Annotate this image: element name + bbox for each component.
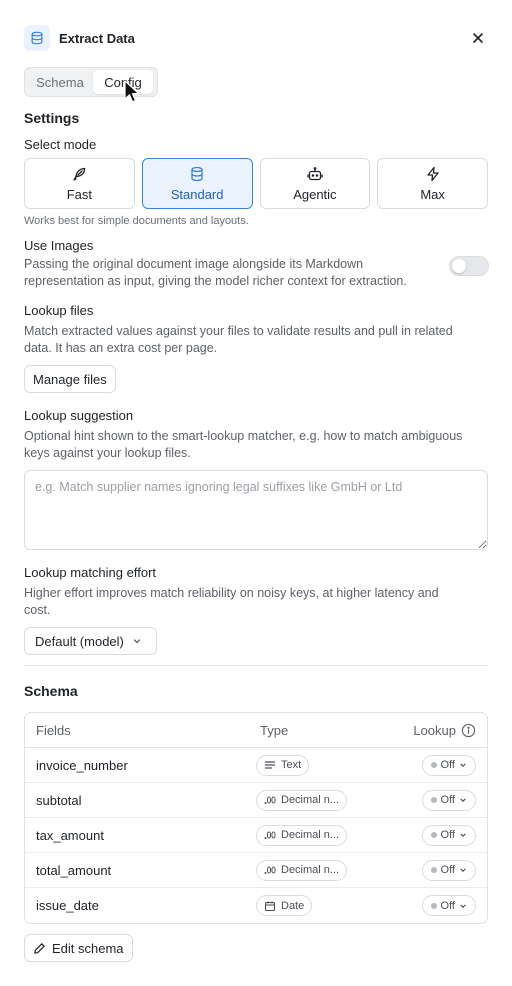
panel-title: Extract Data	[59, 30, 135, 46]
edit-schema-button[interactable]: Edit schema	[24, 934, 133, 962]
use-images-toggle[interactable]	[449, 256, 489, 276]
type-chip[interactable]: Date	[256, 895, 313, 916]
lookup-suggestion-input[interactable]	[24, 470, 488, 550]
column-lookup: Lookup	[408, 723, 487, 738]
table-row[interactable]: subtotal Decimal n... Off	[25, 783, 487, 818]
toggle-knob	[452, 259, 466, 273]
lookup-toggle-pill[interactable]: Off	[421, 824, 476, 846]
use-images-description: Passing the original document image alon…	[24, 257, 407, 288]
schema-title: Schema	[24, 683, 78, 699]
view-tabs: Schema Config	[24, 67, 158, 97]
field-name: issue_date	[36, 898, 99, 913]
chevron-down-icon	[460, 763, 466, 767]
calendar-icon	[264, 901, 276, 911]
manage-files-button[interactable]: Manage files	[24, 365, 116, 393]
table-row[interactable]: total_amount Decimal n... Off	[25, 853, 487, 888]
column-type: Type	[260, 722, 289, 738]
mode-fast-button[interactable]: Fast	[24, 158, 135, 209]
lookup-toggle-pill[interactable]: Off	[421, 895, 476, 916]
table-header: Fields Type Lookup	[25, 713, 487, 748]
lookup-files-description: Match extracted values against your file…	[24, 324, 453, 355]
section-divider	[24, 665, 488, 666]
feather-icon	[73, 167, 86, 181]
chevron-down-icon	[460, 904, 466, 908]
use-images-label: Use Images	[24, 238, 94, 253]
close-icon	[473, 33, 483, 43]
chevron-down-icon	[460, 833, 466, 837]
field-name: invoice_number	[36, 757, 128, 773]
decimal-icon	[264, 866, 276, 874]
chevron-down-icon	[460, 868, 466, 872]
tab-schema[interactable]: Schema	[27, 70, 93, 94]
robot-icon	[307, 166, 323, 180]
schema-table: Fields Type Lookup invoice_number Text O…	[24, 712, 488, 924]
lookup-toggle-pill[interactable]: Off	[421, 789, 476, 811]
select-value: Default (model)	[35, 633, 124, 649]
lookup-effort-label: Lookup matching effort	[24, 565, 157, 580]
field-name: subtotal	[36, 792, 82, 808]
lookup-toggle-pill[interactable]: Off	[421, 754, 476, 776]
lookup-effort-select[interactable]: Default (model)	[24, 627, 157, 655]
mode-label: Fast	[66, 186, 93, 202]
mode-label: Standard	[170, 186, 224, 202]
mode-max-button[interactable]: Max	[377, 158, 488, 209]
chevron-down-icon	[133, 639, 141, 644]
info-icon[interactable]	[461, 723, 476, 738]
field-name: total_amount	[36, 862, 112, 878]
lookup-toggle-pill[interactable]: Off	[421, 859, 476, 881]
mode-label: Max	[420, 186, 445, 202]
type-chip[interactable]: Decimal n...	[256, 859, 348, 881]
select-mode-label: Select mode	[24, 137, 97, 152]
type-chip[interactable]: Decimal n...	[256, 824, 348, 846]
table-row[interactable]: issue_date Date Off	[25, 888, 487, 923]
mode-standard-button[interactable]: Standard	[141, 158, 253, 209]
mode-label: Agentic	[293, 186, 337, 202]
type-chip[interactable]: Text	[256, 754, 310, 776]
table-row[interactable]: invoice_number Text Off	[25, 748, 487, 783]
lightning-icon	[426, 166, 439, 181]
mode-selector: Fast Standard Agentic Max	[24, 158, 488, 209]
field-name: tax_amount	[36, 827, 104, 843]
database-icon	[191, 166, 203, 181]
chevron-down-icon	[460, 798, 466, 802]
mode-hint: Works best for simple documents and layo…	[24, 215, 249, 227]
close-button[interactable]	[468, 28, 488, 48]
lookup-files-label: Lookup files	[24, 303, 94, 318]
database-icon	[24, 25, 50, 51]
type-chip[interactable]: Decimal n...	[256, 789, 348, 811]
lookup-effort-description: Higher effort improves match reliability…	[24, 586, 439, 617]
lookup-suggestion-description: Optional hint shown to the smart-lookup …	[24, 429, 463, 460]
settings-title: Settings	[24, 110, 80, 126]
decimal-icon	[264, 831, 276, 839]
decimal-icon	[264, 796, 276, 804]
tab-config[interactable]: Config	[93, 70, 153, 94]
column-fields: Fields	[36, 722, 71, 738]
lookup-suggestion-label: Lookup suggestion	[24, 408, 134, 423]
table-row[interactable]: tax_amount Decimal n... Off	[25, 818, 487, 853]
pencil-icon	[34, 942, 45, 954]
text-lines-icon	[264, 761, 276, 769]
panel-header: Extract Data	[24, 25, 488, 51]
mode-agentic-button[interactable]: Agentic	[259, 158, 371, 209]
